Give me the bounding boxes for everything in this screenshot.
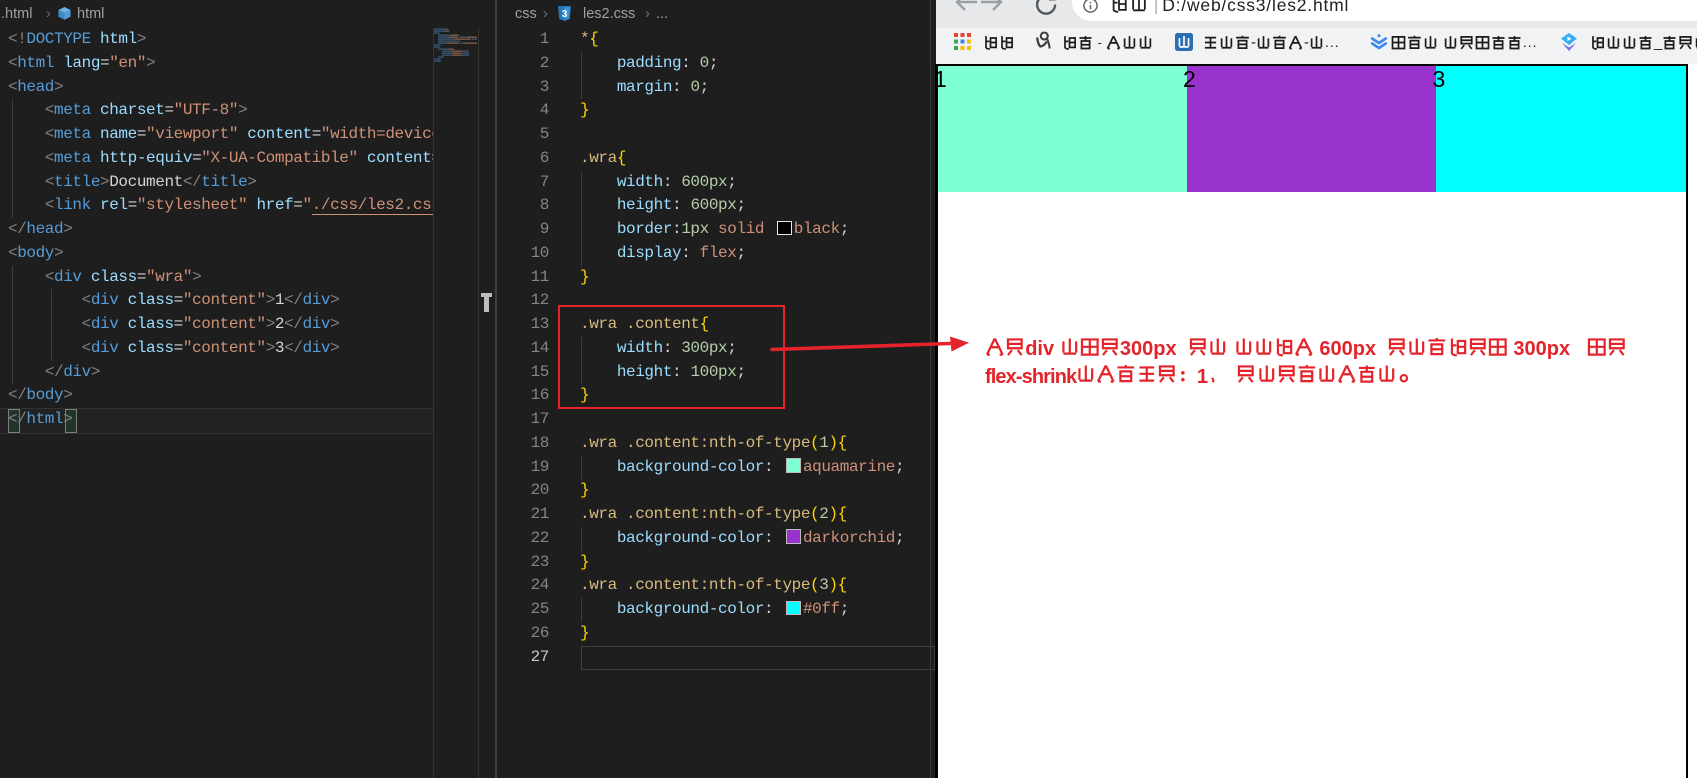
svg-text:3: 3 <box>562 9 568 20</box>
